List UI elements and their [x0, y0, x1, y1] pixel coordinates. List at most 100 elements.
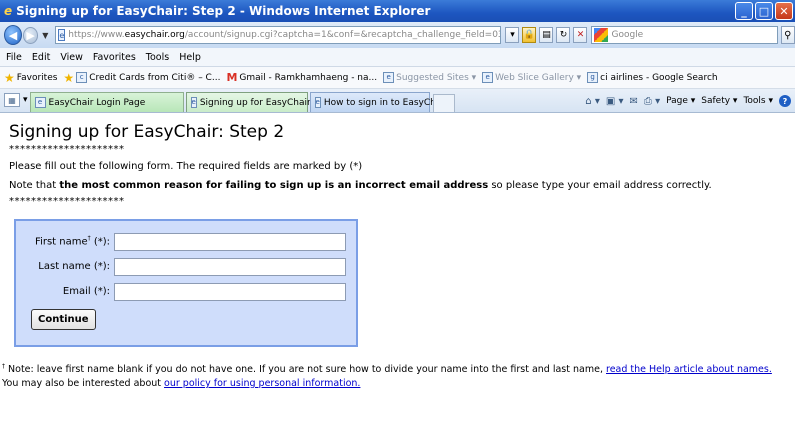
- ie-page-icon: e: [314, 97, 321, 108]
- email-field[interactable]: [114, 282, 346, 301]
- note-bold: the most common reason for failing to si…: [59, 180, 489, 191]
- policy-note: You may also be interested about our pol…: [2, 375, 795, 392]
- favorites-button[interactable]: ★ Favorites: [4, 71, 57, 85]
- close-window-button[interactable]: ✕: [775, 2, 793, 20]
- continue-button[interactable]: Continue: [31, 309, 96, 330]
- url-dropdown-icon[interactable]: ▾: [505, 27, 520, 43]
- last-name-row: Last name (*):: [24, 254, 356, 279]
- menu-edit[interactable]: Edit: [32, 52, 50, 63]
- menu-view[interactable]: View: [60, 52, 83, 63]
- last-name-field[interactable]: [114, 257, 346, 276]
- menu-help[interactable]: Help: [179, 52, 201, 63]
- first-name-label-text: First name: [35, 236, 88, 248]
- first-name-field[interactable]: [114, 232, 346, 251]
- tab-list-dropdown-icon[interactable]: ▾: [23, 95, 28, 105]
- note-prefix: Note that: [9, 180, 60, 191]
- fav-item-web-slice[interactable]: e Web Slice Gallery ▾: [482, 72, 581, 83]
- page-menu[interactable]: Page ▾: [666, 96, 695, 106]
- search-icon[interactable]: ⚲: [780, 26, 795, 44]
- fav-item-label: Web Slice Gallery ▾: [495, 72, 582, 83]
- gmail-icon: M: [226, 71, 238, 84]
- history-dropdown-icon[interactable]: ▼: [42, 31, 48, 40]
- ie-page-icon: e: [190, 97, 197, 108]
- fav-item-ci-airlines[interactable]: g ci airlines - Google Search: [587, 72, 718, 83]
- window-controls: _ □ ✕: [735, 2, 793, 20]
- search-placeholder: Google: [611, 30, 644, 40]
- command-bar: ⌂ ▾ ▣ ▾ ✉ ⎙ ▾ Page ▾ Safety ▾ Tools ▾ ?: [585, 90, 795, 112]
- favorites-bar: ★ Favorites ★ c Credit Cards from Citi® …: [0, 67, 795, 89]
- tab-label: EasyChair Login Page: [48, 97, 146, 108]
- page-content: Signing up for EasyChair: Step 2 *******…: [0, 113, 795, 428]
- page-icon: e: [58, 29, 66, 41]
- last-name-label: Last name (*):: [38, 261, 110, 272]
- compatibility-icon[interactable]: ▤: [539, 27, 554, 43]
- search-field[interactable]: Google: [591, 26, 778, 44]
- print-icon[interactable]: ⎙ ▾: [644, 96, 660, 107]
- forward-button[interactable]: ▶: [22, 26, 39, 44]
- menu-file[interactable]: File: [6, 52, 22, 63]
- tab-label: Signing up for EasyChair:...: [199, 97, 323, 108]
- signup-form: First name† (*): Last name (*): Email (*…: [14, 219, 358, 347]
- star-icon: ★: [4, 70, 15, 85]
- menu-tools[interactable]: Tools: [146, 52, 169, 63]
- address-icons: ▾ 🔒 ▤ ↻ ✕: [505, 27, 588, 43]
- fav-item-label: ci airlines - Google Search: [600, 72, 718, 83]
- feeds-icon[interactable]: ▣ ▾: [606, 96, 624, 107]
- citi-icon: c: [76, 72, 88, 83]
- fav-item-label: Suggested Sites ▾: [396, 72, 477, 83]
- email-warning: Note that the most common reason for fai…: [9, 176, 795, 195]
- fav-item-label: Credit Cards from Citi® – C...: [89, 72, 221, 83]
- home-icon[interactable]: ⌂ ▾: [585, 96, 600, 107]
- tab-signing-up[interactable]: e Signing up for EasyChair:... ✕: [185, 92, 333, 112]
- fav-item-suggested-sites[interactable]: e Suggested Sites ▾: [383, 72, 476, 83]
- tab-controls: ▦ ▾: [4, 90, 28, 110]
- quick-tabs-icon[interactable]: ▦: [4, 93, 20, 107]
- url-field[interactable]: e https://www. easychair.org/account/sign…: [55, 26, 502, 44]
- intro-text: Please fill out the following form. The …: [9, 161, 363, 172]
- help-icon[interactable]: ?: [779, 95, 791, 107]
- menu-favorites[interactable]: Favorites: [93, 52, 136, 63]
- tab-how-to-sign-in[interactable]: e How to sign in to EasyChair: [309, 92, 448, 112]
- footnote-text: Note: leave first name blank if you do n…: [5, 364, 606, 376]
- separator-stars: *********************: [9, 144, 125, 155]
- safety-menu[interactable]: Safety ▾: [701, 96, 737, 106]
- page-title: Signing up for EasyChair: Step 2: [9, 122, 285, 142]
- fav-item-citi[interactable]: ★ c Credit Cards from Citi® – C...: [63, 71, 220, 85]
- refresh-icon[interactable]: ↻: [556, 27, 571, 43]
- policy-text: You may also be interested about: [2, 378, 165, 389]
- lock-icon[interactable]: 🔒: [522, 27, 537, 43]
- separator-stars: *********************: [9, 196, 125, 207]
- google-logo-icon: [594, 28, 609, 42]
- fav-item-gmail[interactable]: M Gmail - Ramkhamhaeng - na...: [226, 71, 377, 84]
- note-suffix: so please type your email address correc…: [488, 180, 712, 191]
- ie-page-icon: e: [482, 72, 494, 83]
- tools-menu[interactable]: Tools ▾: [743, 96, 773, 106]
- back-button[interactable]: ◀: [4, 25, 22, 45]
- fav-item-label: Gmail - Ramkhamhaeng - na...: [239, 72, 378, 83]
- new-tab-button[interactable]: [432, 94, 455, 112]
- favorites-label: Favorites: [16, 72, 58, 83]
- privacy-policy-link[interactable]: our policy for using personal informatio…: [164, 378, 360, 389]
- address-bar: ◀ ▶ ▼ e https://www. easychair.org/accoun…: [0, 22, 795, 48]
- first-name-label: First name† (*):: [24, 235, 114, 247]
- stop-icon[interactable]: ✕: [573, 27, 588, 43]
- required-mark: (*):: [90, 236, 110, 248]
- tab-easychair-login[interactable]: e EasyChair Login Page: [29, 92, 184, 112]
- url-path: /account/signup.cgi?captcha=1&conf=&reca…: [184, 30, 502, 40]
- help-names-link[interactable]: read the Help article about names.: [606, 364, 772, 375]
- url-host: easychair.org: [124, 30, 185, 40]
- ie-logo-icon: e: [4, 4, 13, 18]
- mail-icon[interactable]: ✉: [630, 96, 638, 107]
- email-row: Email (*):: [24, 279, 356, 304]
- email-label: Email (*):: [62, 286, 110, 297]
- ie-page-icon: e: [383, 72, 395, 83]
- menu-bar: File Edit View Favorites Tools Help: [0, 48, 795, 67]
- minimize-button[interactable]: _: [735, 2, 753, 20]
- name-footnote: † Note: leave first name blank if you do…: [2, 358, 795, 375]
- tab-label: How to sign in to EasyChair: [323, 97, 448, 108]
- google-icon: g: [587, 72, 599, 83]
- window-title-bar: e Signing up for EasyChair: Step 2 - Win…: [0, 0, 795, 22]
- maximize-button[interactable]: □: [755, 2, 773, 20]
- ie-page-icon: e: [34, 97, 46, 108]
- tab-bar: ▦ ▾ e EasyChair Login Page e Signing up …: [0, 89, 795, 113]
